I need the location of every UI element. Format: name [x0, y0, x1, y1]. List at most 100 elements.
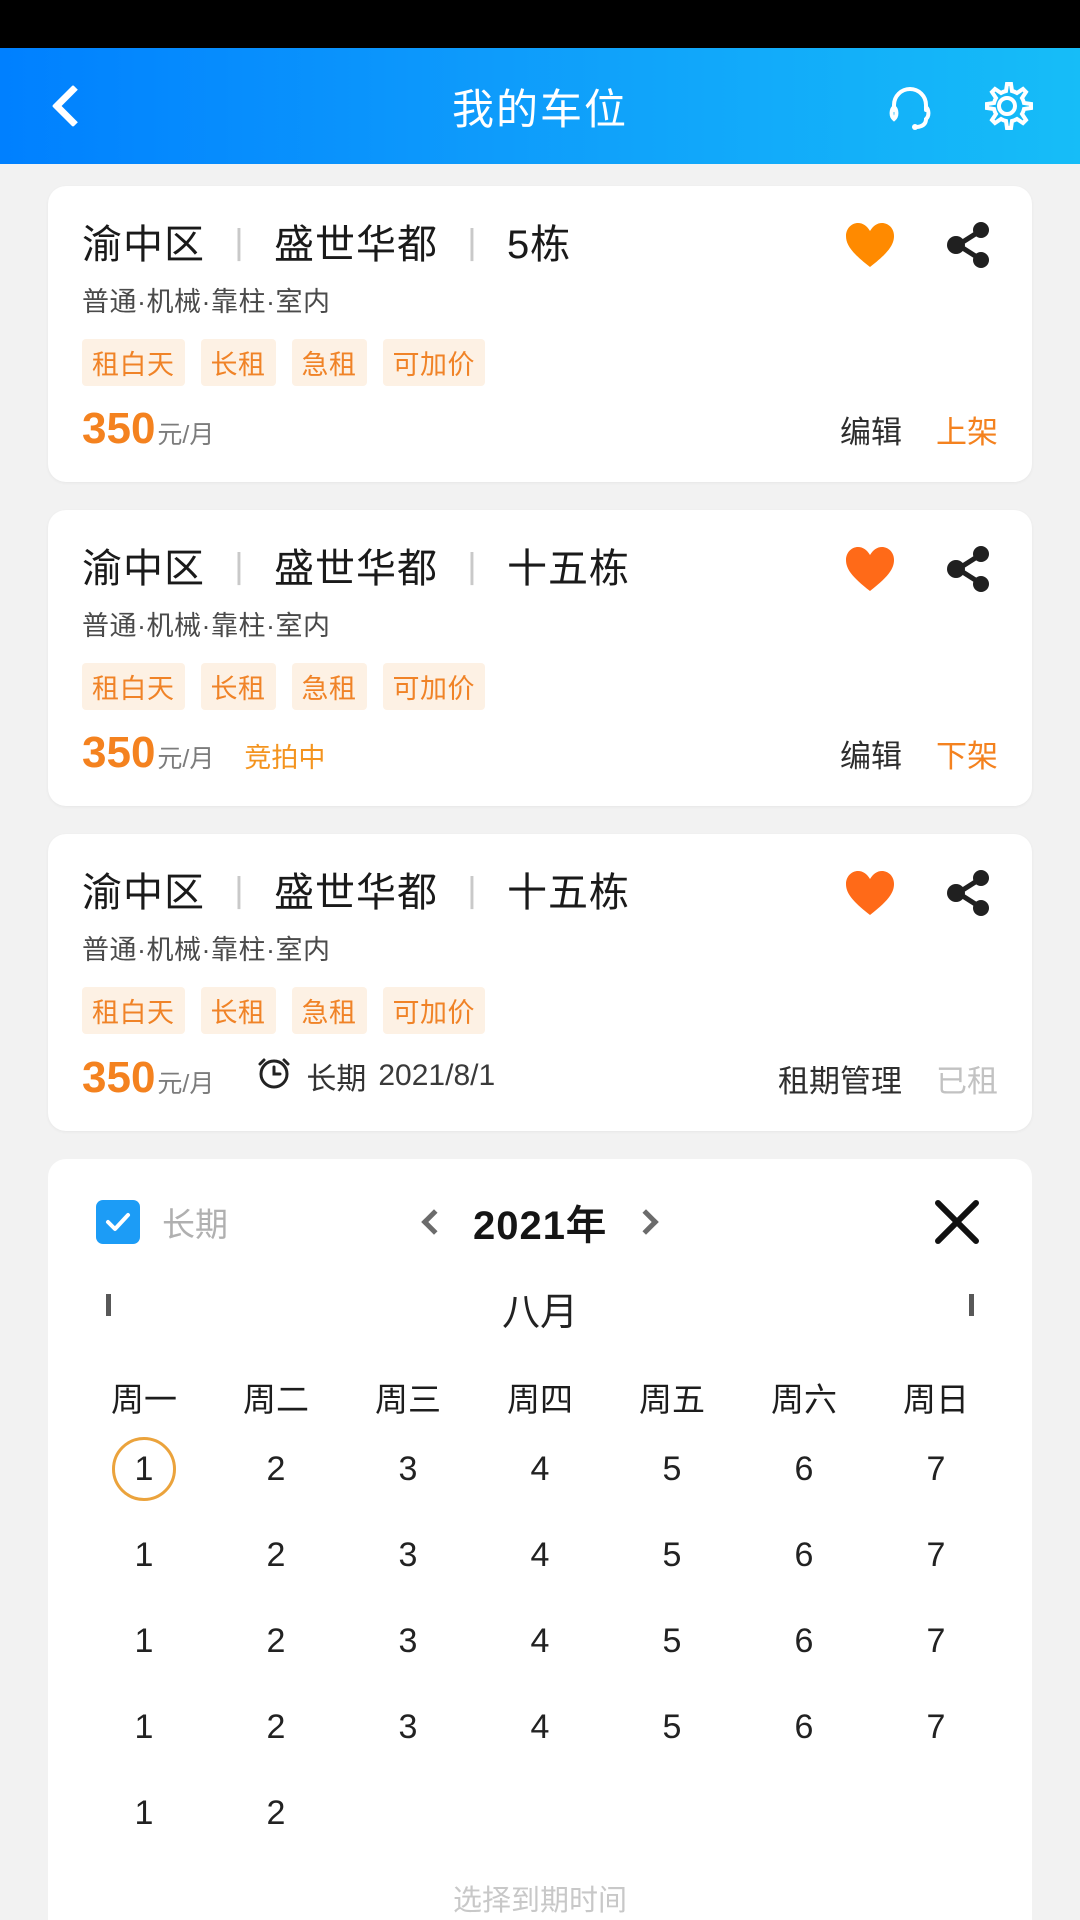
tag: 急租 — [291, 663, 367, 710]
calendar-day[interactable]: 3 — [342, 1603, 474, 1679]
price-value: 350 — [82, 404, 156, 453]
tag: 租白天 — [82, 339, 185, 386]
card-district: 渝中区 — [82, 871, 205, 915]
weekday-label: 周日 — [903, 1381, 969, 1418]
calendar-day[interactable]: 4 — [474, 1517, 606, 1593]
parking-card[interactable]: 渝中区 丨 盛世华都 丨 5栋 普通·机械·靠柱·室内 租白天 长租 急租 可加… — [48, 186, 1032, 482]
calendar-day[interactable]: 2 — [210, 1603, 342, 1679]
status-bar — [0, 0, 1080, 48]
publish-button[interactable]: 上架 — [936, 407, 998, 452]
tag: 可加价 — [382, 339, 485, 386]
calendar-day[interactable]: 5 — [606, 1517, 738, 1593]
calendar-day[interactable]: 1 — [78, 1603, 210, 1679]
calendar-week-row: 1 2 3 4 5 6 7 — [78, 1431, 1002, 1507]
calendar-day[interactable]: 1 — [78, 1689, 210, 1765]
share-icon[interactable] — [942, 220, 994, 270]
heart-icon[interactable] — [844, 545, 896, 593]
calendar-day[interactable]: 6 — [738, 1603, 870, 1679]
calendar-week-row: 1 2 3 4 5 6 7 — [78, 1603, 1002, 1679]
calendar-day[interactable]: 2 — [210, 1431, 342, 1507]
calendar-day[interactable]: 6 — [738, 1689, 870, 1765]
gear-icon[interactable] — [980, 79, 1034, 133]
card-building: 十五栋 — [507, 547, 631, 591]
weekday-label: 周一 — [111, 1381, 177, 1418]
month-label: 八月 — [501, 1291, 578, 1334]
edit-button[interactable]: 编辑 — [840, 731, 902, 776]
next-month-button[interactable] — [969, 1294, 974, 1317]
calendar-day[interactable]: 1 — [78, 1775, 210, 1851]
card-subtitle: 普通·机械·靠柱·室内 — [82, 611, 331, 641]
heart-icon[interactable] — [844, 221, 896, 269]
title-separator: 丨 — [221, 225, 259, 266]
chevron-left-icon[interactable] — [421, 1209, 447, 1235]
rented-status: 已租 — [936, 1064, 998, 1099]
app-header: 我的车位 — [0, 48, 1080, 164]
tag: 租白天 — [82, 663, 185, 710]
weekday-header: 周一 周二 周三 周四 周五 周六 周日 — [78, 1373, 1002, 1421]
share-icon[interactable] — [942, 544, 994, 594]
tag: 长租 — [200, 663, 276, 710]
card-community: 盛世华都 — [274, 871, 439, 915]
parking-card[interactable]: 渝中区 丨 盛世华都 丨 十五栋 普通·机械·靠柱·室内 租白天 长租 急租 可… — [48, 510, 1032, 806]
weekday-label: 周四 — [507, 1381, 573, 1418]
weekday-label: 周五 — [639, 1381, 705, 1418]
calendar-day[interactable]: 4 — [474, 1431, 606, 1507]
tag-list: 租白天 长租 急租 可加价 — [82, 663, 998, 710]
rent-term: 长期 — [306, 1063, 367, 1096]
calendar-day[interactable]: 3 — [342, 1689, 474, 1765]
longterm-label: 长期 — [162, 1206, 228, 1243]
calendar-day[interactable]: 6 — [738, 1431, 870, 1507]
title-separator: 丨 — [454, 225, 492, 266]
heart-icon[interactable] — [844, 869, 896, 917]
selected-day[interactable]: 1 — [112, 1437, 176, 1501]
back-chevron-icon[interactable] — [51, 84, 95, 128]
calendar-day[interactable]: 3 — [342, 1517, 474, 1593]
alarm-clock-icon — [254, 1052, 294, 1100]
parking-card[interactable]: 渝中区 丨 盛世华都 丨 十五栋 普通·机械·靠柱·室内 租白天 长租 急租 可… — [48, 834, 1032, 1131]
card-district: 渝中区 — [82, 223, 205, 267]
price-unit: 元/月 — [157, 745, 215, 773]
calendar-day[interactable]: 7 — [870, 1431, 1002, 1507]
calendar-day[interactable]: 2 — [210, 1689, 342, 1765]
title-separator: 丨 — [454, 873, 492, 914]
share-icon[interactable] — [942, 868, 994, 918]
calendar-day[interactable]: 5 — [606, 1603, 738, 1679]
rent-period-manage-button[interactable]: 租期管理 — [778, 1056, 902, 1101]
calendar-day[interactable]: 6 — [738, 1517, 870, 1593]
calendar-day[interactable]: 5 — [606, 1689, 738, 1765]
date-picker-panel: 长期 2021年 八月 周一 周二 周三 周四 周五 周六 周日 1 2 3 4… — [48, 1159, 1032, 1920]
edit-button[interactable]: 编辑 — [840, 407, 902, 452]
date-picker-hint: 选择到期时间 — [452, 1885, 627, 1917]
tag: 可加价 — [382, 987, 485, 1034]
calendar-day[interactable]: 4 — [474, 1689, 606, 1765]
tag-list: 租白天 长租 急租 可加价 — [82, 987, 998, 1034]
calendar-day[interactable]: 2 — [210, 1517, 342, 1593]
card-subtitle: 普通·机械·靠柱·室内 — [82, 287, 331, 317]
calendar-day[interactable]: 3 — [342, 1431, 474, 1507]
headset-icon[interactable] — [884, 80, 936, 132]
chevron-right-icon[interactable] — [633, 1209, 659, 1235]
card-subtitle: 普通·机械·靠柱·室内 — [82, 935, 331, 965]
calendar-day[interactable]: 5 — [606, 1431, 738, 1507]
calendar-day[interactable]: 7 — [870, 1689, 1002, 1765]
year-label: 2021年 — [473, 1204, 607, 1248]
unpublish-button[interactable]: 下架 — [936, 731, 998, 776]
calendar-day[interactable]: 1 — [78, 1431, 210, 1507]
price-unit: 元/月 — [157, 1070, 215, 1098]
calendar-day[interactable]: 1 — [78, 1517, 210, 1593]
close-icon[interactable] — [930, 1195, 984, 1249]
calendar-day[interactable]: 7 — [870, 1517, 1002, 1593]
title-separator: 丨 — [454, 549, 492, 590]
longterm-checkbox[interactable] — [96, 1200, 140, 1244]
card-title: 渝中区 丨 盛世华都 丨 十五栋 — [82, 860, 844, 918]
calendar-day[interactable]: 2 — [210, 1775, 342, 1851]
rent-date: 2021/8/1 — [378, 1059, 496, 1092]
calendar-day[interactable]: 4 — [474, 1603, 606, 1679]
calendar-week-row: 1 2 3 4 5 6 7 — [78, 1517, 1002, 1593]
tag: 长租 — [200, 987, 276, 1034]
card-community: 盛世华都 — [274, 547, 439, 591]
prev-month-button[interactable] — [106, 1294, 111, 1317]
calendar-day[interactable]: 7 — [870, 1603, 1002, 1679]
calendar-week-row: 1 2 3 4 5 6 7 — [78, 1689, 1002, 1765]
tag: 租白天 — [82, 987, 185, 1034]
